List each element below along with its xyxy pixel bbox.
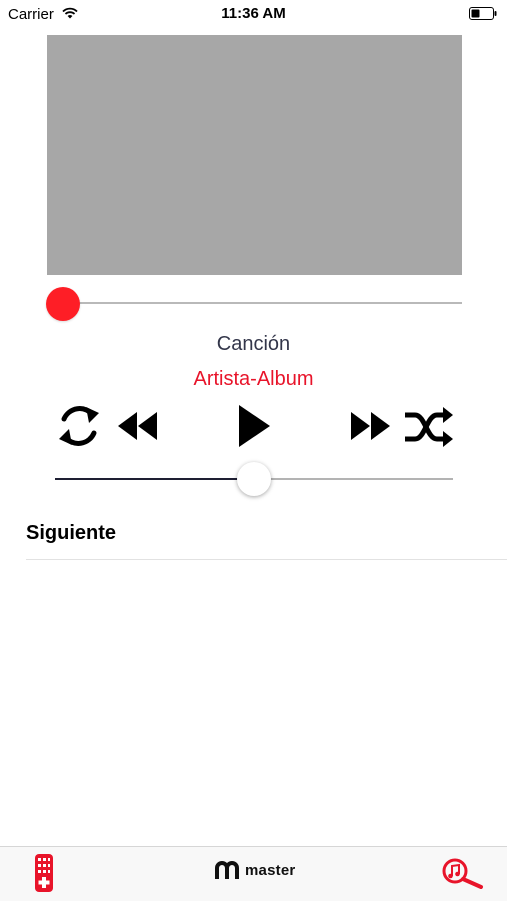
- progress-track[interactable]: [63, 302, 462, 304]
- volume-track-filled[interactable]: [55, 478, 253, 480]
- divider: [26, 559, 507, 560]
- music-search-icon[interactable]: [441, 857, 485, 894]
- master-logo: master: [214, 859, 295, 881]
- battery-icon: [469, 7, 497, 25]
- master-logo-mark: [215, 861, 239, 879]
- volume-knob[interactable]: [237, 462, 271, 496]
- album-artwork: [47, 35, 462, 275]
- repeat-icon[interactable]: [55, 400, 103, 457]
- logo-text: master: [245, 861, 296, 879]
- progress-knob[interactable]: [46, 287, 80, 321]
- clock: 11:36 AM: [221, 5, 286, 22]
- fast-forward-icon[interactable]: [349, 410, 393, 447]
- volume-track[interactable]: [253, 478, 453, 480]
- remote-control-icon[interactable]: [33, 853, 55, 898]
- song-title: Canción: [216, 333, 291, 355]
- status-bar: Carrier 11:36 AM: [0, 0, 507, 28]
- play-icon[interactable]: [236, 403, 272, 454]
- shuffle-icon[interactable]: [403, 405, 455, 454]
- artist-album: Artista-Album: [193, 368, 314, 390]
- up-next-header: Siguiente: [26, 522, 117, 544]
- rewind-icon[interactable]: [116, 410, 160, 447]
